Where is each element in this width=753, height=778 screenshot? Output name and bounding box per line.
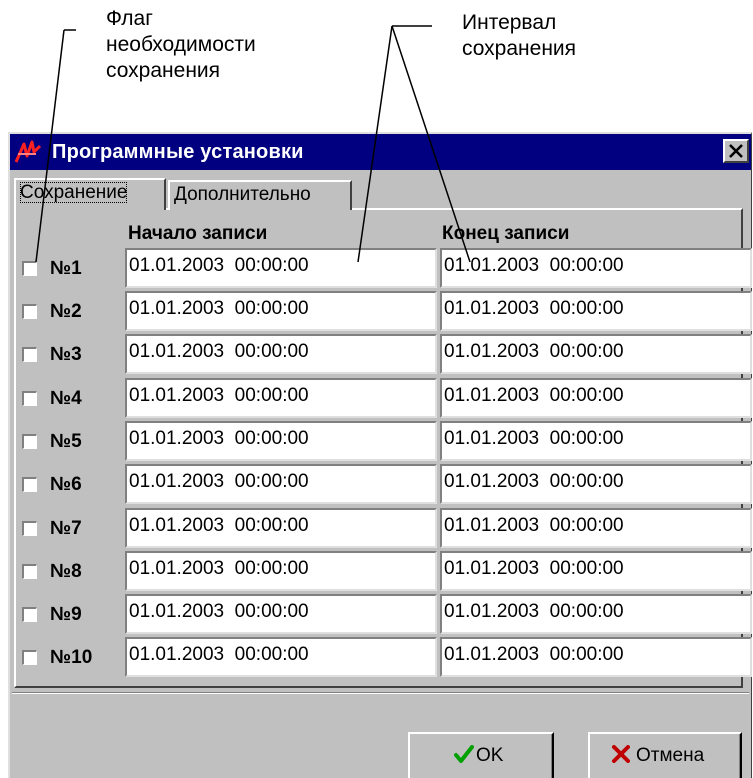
callout-line: Интервал [462, 11, 557, 34]
close-button[interactable] [723, 139, 749, 163]
start-time-field[interactable]: 01.01.2003 00:00:00 [125, 291, 437, 331]
callout-line: сохранения [106, 59, 221, 82]
save-flag-checkbox[interactable] [22, 650, 37, 665]
tab-label: Сохранение [20, 182, 128, 203]
checkmark-icon [454, 745, 474, 763]
callout-line: Флаг [106, 7, 153, 30]
row-label: №7 [50, 518, 82, 539]
row-label: №2 [50, 301, 82, 322]
cross-icon [612, 745, 630, 763]
record-row: №7 01.01.2003 00:00:00 01.01.2003 00:00:… [10, 508, 752, 548]
row-label: №6 [50, 474, 82, 495]
end-time-field[interactable]: 01.01.2003 00:00:00 [440, 551, 752, 591]
row-label: №10 [50, 647, 93, 668]
end-time-field[interactable]: 01.01.2003 00:00:00 [440, 637, 752, 677]
record-row: №1 01.01.2003 00:00:00 01.01.2003 00:00:… [10, 248, 752, 288]
record-row: №5 01.01.2003 00:00:00 01.01.2003 00:00:… [10, 421, 752, 461]
row-label: №1 [50, 258, 82, 279]
start-time-field[interactable]: 01.01.2003 00:00:00 [125, 248, 437, 288]
save-flag-checkbox[interactable] [22, 607, 37, 622]
callout-line: сохранения [462, 37, 577, 60]
cancel-button[interactable]: Отмена [588, 732, 742, 778]
start-time-field[interactable]: 01.01.2003 00:00:00 [125, 334, 437, 374]
callout-line: необходимости [106, 33, 256, 56]
settings-dialog: Программные установки Сохранение Дополни… [8, 132, 752, 778]
row-label: №3 [50, 344, 82, 365]
ok-button-label: OK [476, 745, 504, 766]
ok-button[interactable]: OK [408, 732, 554, 778]
record-row: №2 01.01.2003 00:00:00 01.01.2003 00:00:… [10, 291, 752, 331]
column-header-start: Начало записи [128, 223, 268, 244]
record-row: №6 01.01.2003 00:00:00 01.01.2003 00:00:… [10, 464, 752, 504]
column-header-end: Конец записи [442, 223, 570, 244]
window-title: Программные установки [52, 141, 304, 163]
save-flag-checkbox[interactable] [22, 564, 37, 579]
end-time-field[interactable]: 01.01.2003 00:00:00 [440, 464, 752, 504]
close-icon [729, 144, 743, 158]
row-label: №9 [50, 604, 82, 625]
start-time-field[interactable]: 01.01.2003 00:00:00 [125, 551, 437, 591]
cancel-button-label: Отмена [636, 745, 705, 766]
save-flag-checkbox[interactable] [22, 347, 37, 362]
row-label: №5 [50, 431, 82, 452]
tab-save[interactable]: Сохранение [14, 178, 166, 210]
record-row: №8 01.01.2003 00:00:00 01.01.2003 00:00:… [10, 551, 752, 591]
end-time-field[interactable]: 01.01.2003 00:00:00 [440, 378, 752, 418]
save-flag-checkbox[interactable] [22, 304, 37, 319]
start-time-field[interactable]: 01.01.2003 00:00:00 [125, 421, 437, 461]
tab-additional[interactable]: Дополнительно [168, 180, 352, 210]
save-flag-checkbox[interactable] [22, 391, 37, 406]
callout-save-interval: Интервал сохранения [462, 10, 576, 62]
record-row: №4 01.01.2003 00:00:00 01.01.2003 00:00:… [10, 378, 752, 418]
save-flag-checkbox[interactable] [22, 521, 37, 536]
start-time-field[interactable]: 01.01.2003 00:00:00 [125, 594, 437, 634]
row-label: №8 [50, 561, 82, 582]
start-time-field[interactable]: 01.01.2003 00:00:00 [125, 637, 437, 677]
end-time-field[interactable]: 01.01.2003 00:00:00 [440, 508, 752, 548]
end-time-field[interactable]: 01.01.2003 00:00:00 [440, 421, 752, 461]
end-time-field[interactable]: 01.01.2003 00:00:00 [440, 291, 752, 331]
start-time-field[interactable]: 01.01.2003 00:00:00 [125, 508, 437, 548]
end-time-field[interactable]: 01.01.2003 00:00:00 [440, 248, 752, 288]
tab-label: Дополнительно [174, 184, 311, 205]
save-flag-checkbox[interactable] [22, 261, 37, 276]
divider [12, 692, 749, 694]
end-time-field[interactable]: 01.01.2003 00:00:00 [440, 594, 752, 634]
callout-save-flag: Флаг необходимости сохранения [106, 6, 256, 84]
save-flag-checkbox[interactable] [22, 477, 37, 492]
title-bar: Программные установки [10, 134, 751, 170]
record-row: №3 01.01.2003 00:00:00 01.01.2003 00:00:… [10, 334, 752, 374]
record-row: №10 01.01.2003 00:00:00 01.01.2003 00:00… [10, 637, 752, 677]
end-time-field[interactable]: 01.01.2003 00:00:00 [440, 334, 752, 374]
start-time-field[interactable]: 01.01.2003 00:00:00 [125, 464, 437, 504]
save-flag-checkbox[interactable] [22, 434, 37, 449]
start-time-field[interactable]: 01.01.2003 00:00:00 [125, 378, 437, 418]
record-row: №9 01.01.2003 00:00:00 01.01.2003 00:00:… [10, 594, 752, 634]
app-logo-icon [14, 138, 42, 166]
row-label: №4 [50, 388, 82, 409]
